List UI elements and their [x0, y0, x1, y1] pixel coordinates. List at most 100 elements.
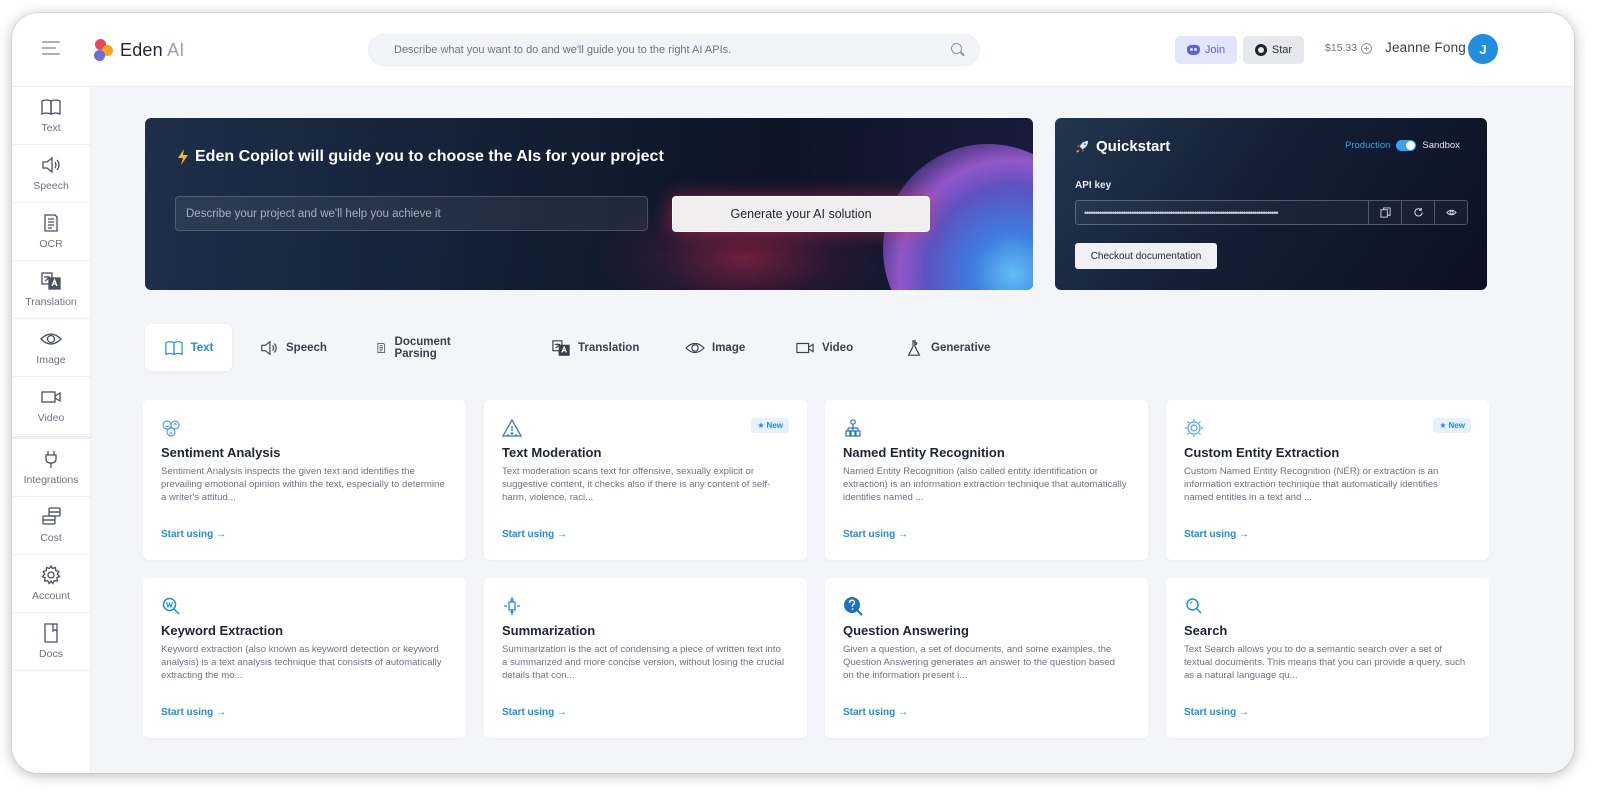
translate-icon [552, 339, 570, 356]
sidebar-item-text[interactable]: Text [12, 87, 90, 145]
logo-text: Eden AI [120, 39, 185, 60]
tab-video[interactable]: Video [795, 324, 853, 371]
sidebar-item-image[interactable]: Image [12, 319, 90, 377]
environment-toggle[interactable] [1396, 140, 1417, 151]
eye-icon [685, 342, 705, 353]
tab-image[interactable]: Image [685, 324, 745, 371]
env-sandbox-label[interactable]: Sandbox [1422, 140, 1460, 151]
github-star-button[interactable]: Star [1243, 36, 1304, 64]
entities-icon [843, 418, 863, 438]
start-using-link[interactable]: Start using → [1184, 707, 1249, 718]
card-title: Keyword Extraction [161, 623, 284, 638]
sidebar-item-ocr[interactable]: OCR [12, 203, 90, 261]
project-input-placeholder: Describe your project and we'll help you… [186, 207, 441, 220]
start-using-link[interactable]: Start using → [502, 707, 567, 718]
refresh-icon [1413, 207, 1423, 217]
logo[interactable]: Eden AI [94, 35, 184, 65]
gear-icon [40, 565, 62, 585]
start-using-link[interactable]: Start using → [161, 707, 226, 718]
tab-text[interactable]: Text [145, 324, 232, 371]
environment-switch: Production Sandbox [1345, 140, 1460, 151]
start-using-link[interactable]: Start using → [1184, 529, 1249, 540]
start-using-link[interactable]: Start using → [843, 529, 908, 540]
tab-translation[interactable]: Translation [551, 324, 639, 371]
credit-balance: $15.33 [1325, 42, 1373, 54]
tab-label: Image [712, 341, 746, 354]
copy-api-key-button[interactable] [1368, 201, 1401, 224]
regenerate-api-key-button[interactable] [1401, 201, 1434, 224]
video-icon [796, 342, 814, 353]
search-placeholder: Describe what you want to do and we'll g… [383, 44, 732, 56]
sidebar-item-translation[interactable]: Translation [12, 261, 90, 319]
api-key-label: API key [1075, 180, 1112, 191]
start-using-link[interactable]: Start using → [502, 529, 567, 540]
card-description: Summarization is the act of condensing a… [502, 644, 785, 682]
generate-solution-button[interactable]: Generate your AI solution [672, 196, 930, 232]
show-api-key-button[interactable] [1434, 201, 1467, 224]
tab-generative[interactable]: Generative [904, 324, 990, 371]
translate-icon [40, 271, 62, 291]
service-card-named-entity-recognition[interactable]: Named Entity Recognition Named Entity Re… [825, 400, 1148, 560]
global-search-input[interactable]: Describe what you want to do and we'll g… [368, 34, 980, 66]
start-using-link[interactable]: Start using → [843, 707, 908, 718]
checkout-documentation-button[interactable]: Checkout documentation [1075, 243, 1217, 269]
service-card-keyword-extraction[interactable]: Keyword Extraction Keyword extraction (a… [143, 578, 466, 738]
card-title: Sentiment Analysis [161, 445, 281, 460]
card-description: Text Search allows you to do a semantic … [1184, 644, 1466, 682]
sidebar: Text Speech OCR Translation Image Video … [12, 87, 91, 773]
new-badge: ★ New [1433, 418, 1471, 433]
service-card-text-moderation[interactable]: ★ New Text Moderation Text moderation sca… [484, 400, 807, 560]
faces-icon [161, 418, 181, 438]
search-icon[interactable] [951, 43, 965, 57]
card-title: Named Entity Recognition [843, 445, 1005, 460]
plug-icon [40, 449, 62, 469]
card-description: Text moderation scans text for offensive… [502, 466, 771, 504]
doc-icon [40, 623, 62, 643]
service-card-summarization[interactable]: Summarization Summarization is the act o… [484, 578, 807, 738]
sidebar-item-account[interactable]: Account [12, 555, 90, 613]
api-key-field: ••••••••••••••••••••••••••••••••••••••••… [1075, 200, 1468, 225]
start-using-link[interactable]: Start using → [161, 529, 226, 540]
copilot-title: Eden Copilot will guide you to choose th… [177, 148, 664, 166]
sidebar-item-docs[interactable]: Docs [12, 613, 90, 671]
card-title: Search [1184, 623, 1228, 638]
api-key-value[interactable]: ••••••••••••••••••••••••••••••••••••••••… [1076, 201, 1368, 224]
sidebar-item-cost[interactable]: Cost [12, 497, 90, 555]
sidebar-item-label: Image [36, 354, 66, 366]
keyword-search-icon [161, 596, 181, 616]
quickstart-panel: Quickstart Production Sandbox API key ••… [1055, 118, 1487, 290]
sidebar-item-video[interactable]: Video [12, 377, 90, 435]
tab-document-parsing[interactable]: Document Parsing [375, 324, 458, 371]
sidebar-item-integrations[interactable]: Integrations [12, 439, 90, 497]
app-window: Eden AI Describe what you want to do and… [12, 13, 1574, 773]
discord-join-button[interactable]: Join [1175, 36, 1237, 64]
project-description-input[interactable]: Describe your project and we'll help you… [175, 196, 648, 231]
tab-label: Speech [286, 341, 327, 354]
compress-icon [502, 596, 522, 616]
sidebar-item-label: Docs [39, 648, 63, 660]
gear-icon [1184, 418, 1204, 438]
user-name[interactable]: Jeanne Fong [1385, 40, 1466, 55]
menu-toggle-icon[interactable] [42, 41, 60, 55]
tab-speech[interactable]: Speech [259, 324, 327, 371]
service-card-question-answering[interactable]: Question Answering Given a question, a s… [825, 578, 1148, 738]
book-icon [40, 97, 62, 117]
service-card-sentiment-analysis[interactable]: Sentiment Analysis Sentiment Analysis in… [143, 400, 466, 560]
avatar[interactable]: J [1468, 34, 1498, 64]
copy-icon [1379, 207, 1391, 218]
card-description: Custom Named Entity Recognition (NER) or… [1184, 466, 1439, 504]
service-card-custom-entity-extraction[interactable]: ★ New Custom Entity Extraction Custom Nam… [1166, 400, 1489, 560]
discord-icon [1186, 45, 1200, 55]
flask-icon [907, 339, 921, 356]
service-card-search[interactable]: Search Text Search allows you to do a se… [1166, 578, 1489, 738]
star-icon: ★ [1439, 421, 1447, 430]
sidebar-item-speech[interactable]: Speech [12, 145, 90, 203]
card-description: Keyword extraction (also known as keywor… [161, 644, 442, 682]
env-production-label[interactable]: Production [1345, 140, 1390, 151]
card-description: Given a question, a set of documents, an… [843, 644, 1116, 682]
add-credit-icon[interactable] [1361, 42, 1373, 54]
top-bar: Eden AI Describe what you want to do and… [12, 13, 1574, 87]
badge-label: New [1448, 421, 1465, 430]
search-icon [1184, 596, 1204, 616]
document-icon [377, 342, 386, 353]
